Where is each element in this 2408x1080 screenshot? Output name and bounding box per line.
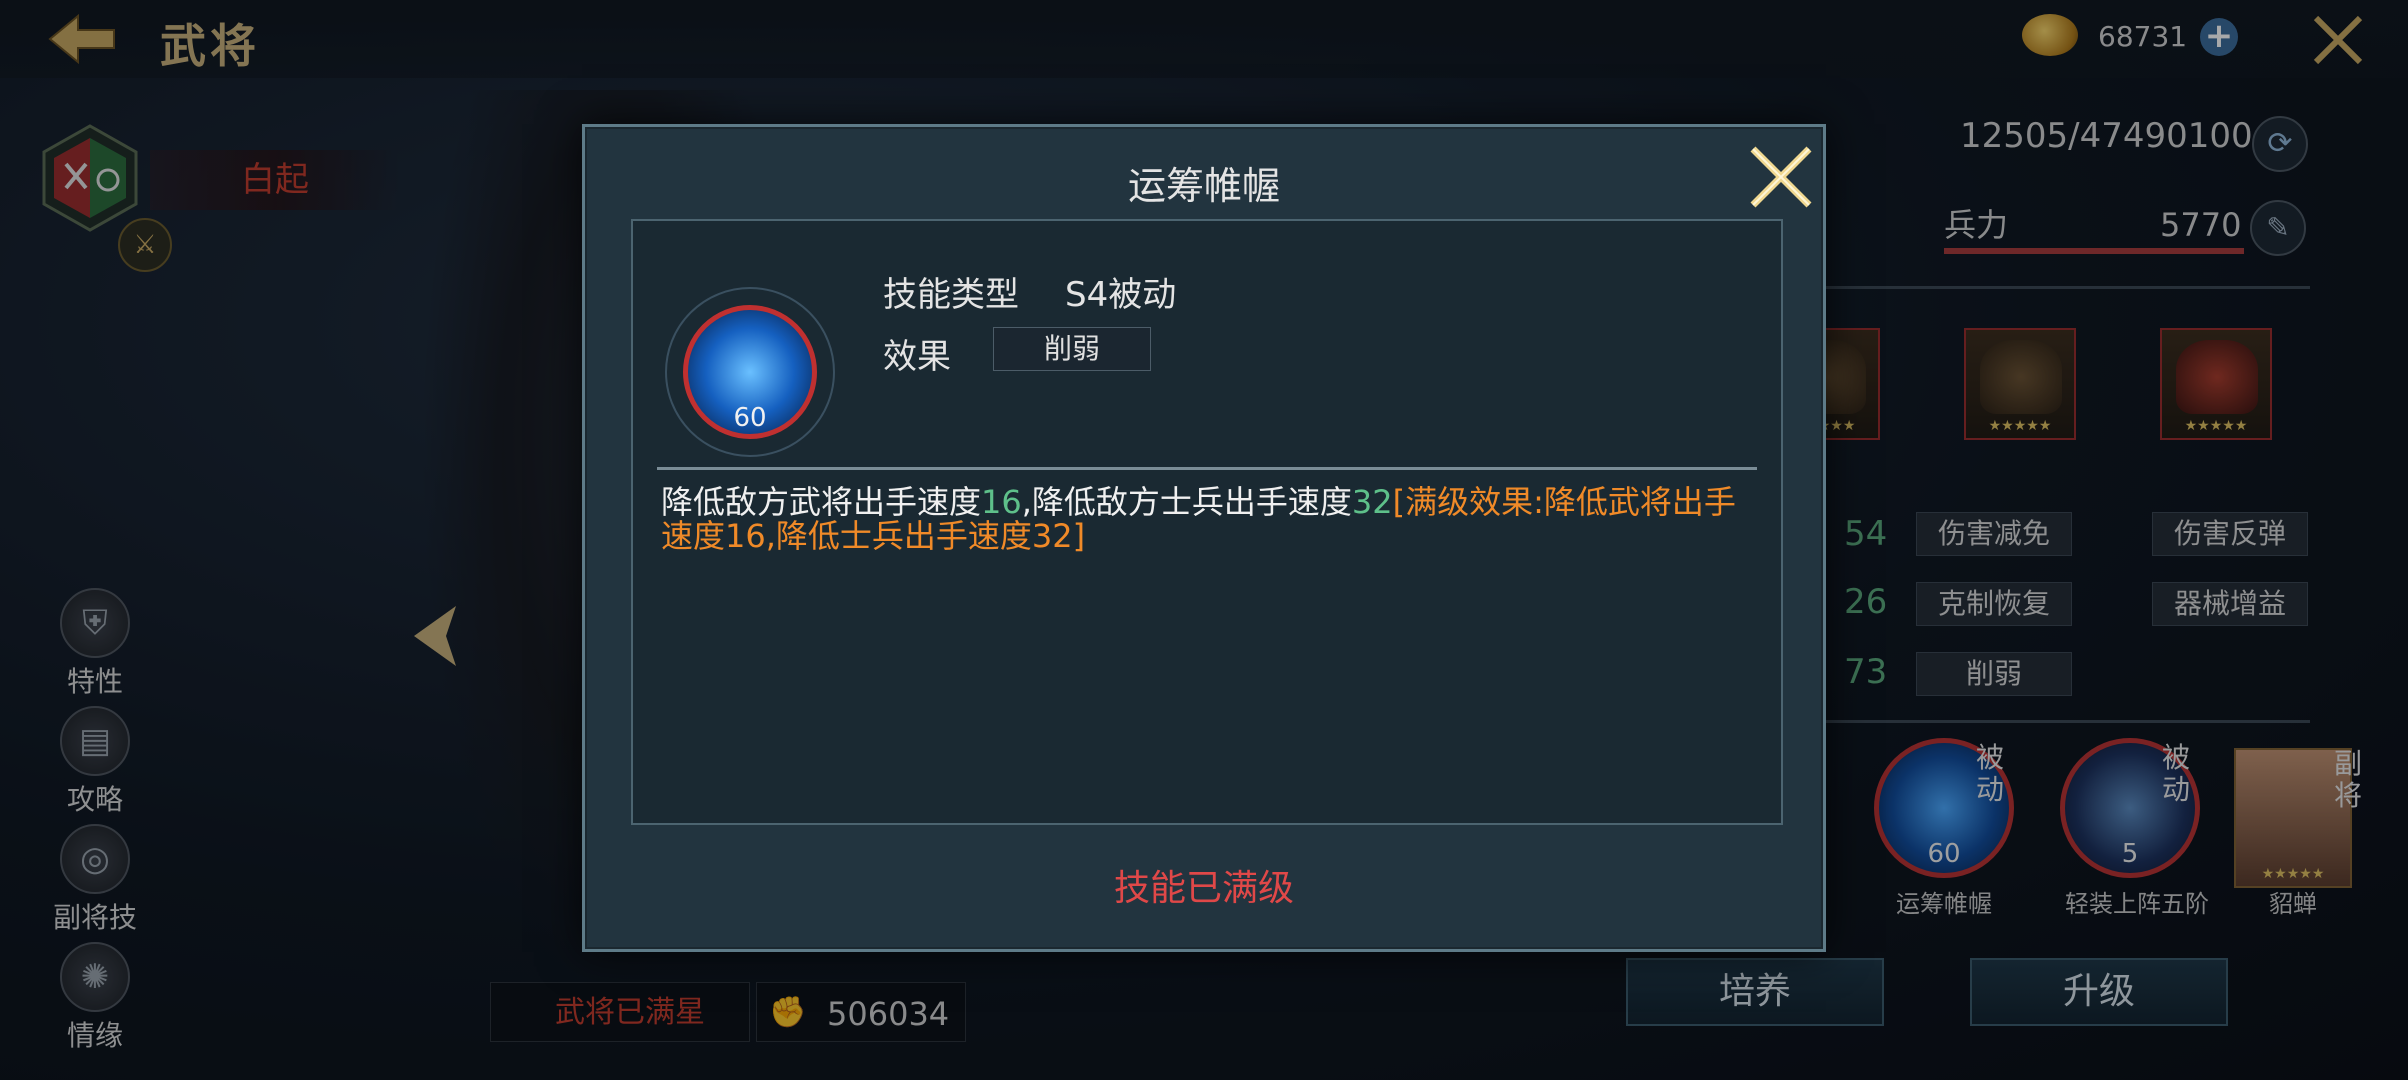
skill-type-label: 技能类型 [883,275,1019,315]
desc-text: 降低敌方武将出手速度 [661,483,982,521]
close-icon[interactable] [1743,139,1819,215]
desc-value: 32 [1351,483,1393,521]
desc-value: 16 [981,483,1022,521]
skill-type-value: S4被动 [1065,275,1177,315]
modal-title: 运筹帷幄 [1127,164,1280,208]
skill-icon: 60 [665,287,835,457]
skill-max-status: 技能已满级 [1113,868,1294,909]
skill-detail-modal: 运筹帷幄 60 技能类型 S4被动 效果 削弱 降低敌方武将出手速度16,降低敌… [582,124,1826,952]
skill-description: 降低敌方武将出手速度16,降低敌方士兵出手速度32[满级效果:降低武将出手速度1… [661,485,1761,553]
desc-text: ,降低敌方士兵出手速度 [1021,483,1352,521]
skill-level: 60 [733,403,767,433]
effect-label: 效果 [883,337,951,377]
divider [657,467,1757,470]
effect-badge: 削弱 [993,327,1151,371]
